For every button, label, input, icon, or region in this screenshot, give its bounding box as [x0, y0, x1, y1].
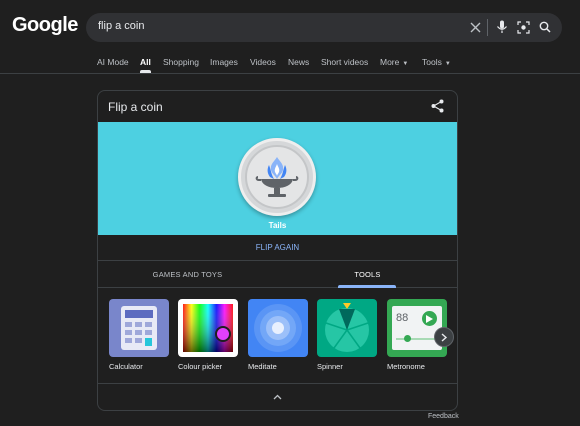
active-category-indicator — [338, 285, 396, 288]
search-input[interactable]: flip a coin — [98, 20, 144, 32]
collapse-strip[interactable] — [98, 383, 457, 410]
microphone-icon[interactable] — [494, 19, 510, 35]
meditate-icon — [248, 299, 308, 357]
tab-tools[interactable]: Tools ▼ — [422, 57, 451, 67]
play-icon — [422, 311, 437, 326]
tab-shopping[interactable]: Shopping — [163, 57, 199, 67]
chevron-right-icon — [441, 332, 448, 342]
search-box[interactable]: flip a coin — [86, 13, 562, 42]
metronome-readout: 88 — [396, 312, 409, 324]
spinner-icon — [317, 299, 377, 357]
tab-images[interactable]: Images — [210, 57, 238, 67]
metronome-display: 88 — [392, 306, 442, 350]
share-icon[interactable] — [431, 99, 445, 113]
tab-news[interactable]: News — [288, 57, 309, 67]
chevron-down-icon: ▼ — [402, 61, 409, 67]
tab-short-videos[interactable]: Short videos — [321, 57, 368, 67]
tab-games-and-toys[interactable]: GAMES AND TOYS — [98, 262, 277, 288]
coin-face — [245, 145, 309, 209]
flip-result: Tails — [268, 221, 287, 230]
card-title: Flip a coin — [108, 100, 163, 114]
tool-label-metronome: Metronome — [387, 362, 425, 371]
tab-videos[interactable]: Videos — [250, 57, 276, 67]
tool-spinner[interactable]: Spinner — [317, 299, 377, 371]
chevron-up-icon — [273, 394, 282, 400]
tab-more[interactable]: More ▼ — [380, 57, 408, 67]
tool-label-spinner: Spinner — [317, 362, 343, 371]
colour-picker-icon — [178, 299, 238, 357]
tool-calculator[interactable]: Calculator — [109, 299, 169, 371]
coin-flip-card: Flip a coin Tails FLIP AGAIN GAMES AND T… — [97, 90, 458, 411]
coin[interactable] — [238, 138, 316, 216]
search-divider — [487, 19, 488, 36]
header-divider — [0, 73, 580, 74]
tab-tools-label: Tools — [422, 57, 442, 67]
coin-stage: Tails — [98, 122, 457, 235]
tool-label-meditate: Meditate — [248, 362, 277, 371]
category-tabs: GAMES AND TOYS TOOLS — [98, 262, 457, 288]
google-logo[interactable]: Google — [12, 14, 78, 37]
feedback-link[interactable]: Feedback — [428, 413, 459, 420]
tool-label-colour-picker: Colour picker — [178, 362, 223, 371]
search-icon[interactable] — [537, 19, 553, 35]
flip-again-button[interactable]: FLIP AGAIN — [98, 235, 457, 261]
tempo-track — [396, 338, 438, 340]
chevron-down-icon: ▼ — [444, 61, 451, 67]
tab-more-label: More — [380, 57, 400, 67]
tab-ai-mode[interactable]: AI Mode — [97, 57, 129, 67]
next-tools-button[interactable] — [434, 327, 454, 347]
tool-colour-picker[interactable]: Colour picker — [178, 299, 238, 371]
tab-all[interactable]: All — [140, 57, 151, 67]
clear-icon[interactable] — [467, 19, 483, 35]
tempo-thumb — [404, 335, 411, 342]
flame-bowl-icon — [255, 157, 299, 197]
lens-icon[interactable] — [515, 19, 531, 35]
tool-label-calculator: Calculator — [109, 362, 143, 371]
calculator-icon — [109, 299, 169, 357]
tool-meditate[interactable]: Meditate — [248, 299, 308, 371]
